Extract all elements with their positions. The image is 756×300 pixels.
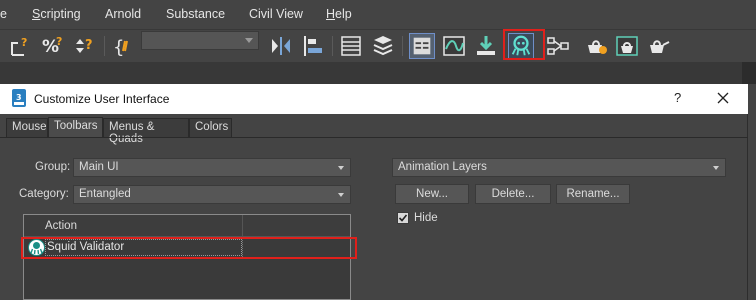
rename-button[interactable]: Rename... — [556, 184, 630, 204]
tab-colors[interactable]: Colors — [189, 118, 232, 137]
menu-help[interactable]: Help — [326, 7, 352, 21]
help-button[interactable]: ? — [674, 90, 681, 105]
svg-text:3: 3 — [16, 93, 22, 102]
menu-edit[interactable]: e — [0, 7, 7, 21]
close-icon[interactable] — [712, 87, 734, 109]
menu-arnold[interactable]: Arnold — [105, 7, 141, 21]
edit-named-selection-icon[interactable]: ? — [8, 33, 34, 59]
percent-snap-icon[interactable]: %? — [40, 33, 66, 59]
svg-text:?: ? — [56, 35, 62, 48]
viewport-strip — [0, 62, 756, 84]
curly-brace-icon[interactable]: { — [110, 33, 136, 59]
render-setup-icon[interactable] — [614, 33, 640, 59]
curve-editor-icon[interactable] — [441, 33, 467, 59]
render-icon[interactable] — [646, 33, 672, 59]
squid-validator-highlight — [503, 29, 545, 60]
tab-mouse[interactable]: Mouse — [6, 118, 48, 137]
list-header: Action — [24, 215, 350, 237]
app-logo-icon: 3 — [12, 89, 26, 107]
group-select[interactable]: Main UI — [73, 158, 351, 177]
new-button[interactable]: New... — [395, 184, 469, 204]
named-selection-dropdown[interactable] — [141, 31, 259, 50]
delete-button[interactable]: Delete... — [475, 184, 551, 204]
menu-scripting[interactable]: Scripting — [32, 7, 81, 21]
toolbar-select[interactable]: Animation Layers — [392, 158, 726, 177]
svg-text:?: ? — [21, 36, 27, 49]
tab-menus-quads[interactable]: Menus & Quads — [103, 118, 189, 145]
menu-civil-view[interactable]: Civil View — [249, 7, 303, 21]
group-label: Group: — [35, 161, 71, 173]
category-label: Category: — [19, 188, 69, 200]
hide-label: Hide — [414, 212, 438, 224]
tab-toolbars[interactable]: Toolbars — [48, 117, 103, 137]
dialog-title: Customize User Interface — [34, 92, 170, 106]
layer-explorer-icon[interactable] — [338, 33, 364, 59]
align-icon[interactable] — [300, 33, 326, 59]
menu-substance[interactable]: Substance — [166, 7, 225, 21]
category-select[interactable]: Entangled — [73, 185, 351, 204]
hide-checkbox[interactable] — [397, 212, 409, 224]
menu-bar: e Scripting Arnold Substance Civil View … — [0, 0, 756, 30]
mirror-icon[interactable] — [268, 33, 294, 59]
list-item-highlight — [21, 237, 357, 259]
material-editor-icon[interactable] — [583, 33, 609, 59]
action-column-header[interactable]: Action — [45, 220, 77, 232]
toggle-layers-icon[interactable] — [370, 33, 396, 59]
dialog-titlebar: 3 Customize User Interface ? — [0, 84, 748, 114]
schematic-view-icon[interactable] — [473, 33, 499, 59]
svg-text:?: ? — [85, 38, 93, 53]
spinner-snap-icon[interactable]: ? — [72, 33, 98, 59]
toggle-ribbon-icon[interactable] — [409, 33, 435, 59]
track-view-icon[interactable] — [545, 33, 571, 59]
